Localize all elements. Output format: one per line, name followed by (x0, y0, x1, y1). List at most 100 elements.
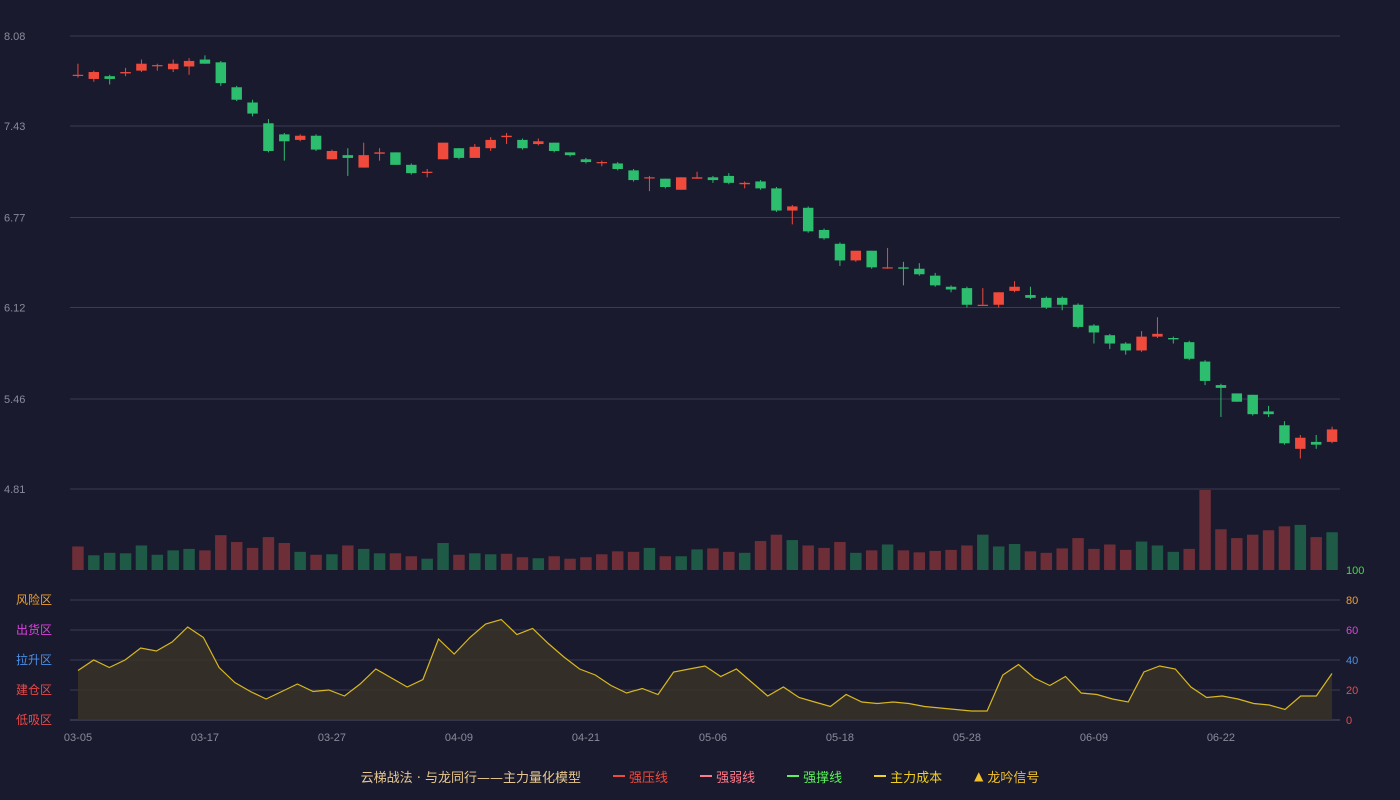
candle-body (1279, 425, 1290, 444)
volume-bar (421, 558, 433, 570)
volume-bar (611, 551, 624, 570)
volume-bar (881, 544, 894, 570)
candle-body (310, 135, 322, 150)
volume-bar (1119, 549, 1132, 570)
candle-body (485, 139, 496, 149)
volume-bar (1278, 526, 1291, 570)
x-tick-label: 04-09 (445, 732, 473, 744)
candle-body (707, 177, 719, 181)
volume-bar (1246, 534, 1259, 570)
indicator-tick-label: 60 (1346, 625, 1358, 637)
candle-body (675, 177, 687, 190)
volume-bar (119, 553, 132, 570)
candle-body (279, 134, 290, 142)
candle-body (882, 267, 893, 269)
candle-body (564, 152, 576, 156)
candle-body (914, 268, 925, 275)
candle-body (1199, 361, 1211, 381)
volume-bar (1183, 548, 1195, 570)
legend-marker-support-line (787, 775, 800, 777)
volume-bar (1135, 541, 1148, 570)
volume-bar (977, 534, 989, 570)
legend-item-support-line[interactable]: 强撑线 (787, 767, 842, 786)
candle-body (1041, 297, 1052, 308)
candle-body (358, 155, 369, 168)
candle-body (1152, 333, 1163, 337)
candle-body (1088, 325, 1100, 333)
candle-body (215, 62, 227, 84)
candle-body (660, 178, 671, 187)
candle-body (501, 135, 512, 138)
indicator-tick-label: 20 (1346, 685, 1358, 697)
volume-bar (294, 551, 306, 570)
legend-marker-strength-line (700, 775, 713, 777)
x-tick-label: 05-06 (699, 732, 727, 744)
legend-label-dragon-signal: 龙吟信号 (987, 770, 1040, 786)
indicator-tick-label: 0 (1346, 715, 1352, 727)
legend-item-model[interactable]: 云梯战法 · 与龙同行——主力量化模型 (361, 767, 581, 786)
candle-body (263, 123, 274, 151)
legend-label-strength-line: 强弱线 (716, 770, 756, 786)
volume-bar (1215, 529, 1227, 570)
volume-bar (596, 554, 608, 570)
candle-body (437, 142, 449, 160)
volume-bar (500, 553, 513, 570)
stock-chart: 8.08 7.43 6.77 6.12 5.46 4.81 100 80 60 40 20 0 风险区出… (4, 31, 1364, 744)
volume-bar (1310, 537, 1322, 570)
volume-bar (1167, 551, 1180, 570)
candle-body (120, 72, 131, 74)
candle-body (1215, 385, 1227, 388)
volume-bar (897, 550, 910, 570)
candle-body (152, 65, 163, 67)
volume-bar (802, 545, 814, 570)
volume-bar (1199, 490, 1211, 570)
volume-bar (564, 558, 576, 570)
candle-body (1120, 343, 1131, 351)
candle-body (961, 288, 973, 305)
candle-body (898, 267, 909, 269)
zone-label: 出货区 (16, 622, 52, 637)
volume-bar (453, 554, 465, 570)
x-tick-label: 06-09 (1080, 732, 1108, 744)
volume-bar (72, 546, 84, 570)
volume-bar (643, 547, 656, 570)
legend-item-strength-line[interactable]: 强弱线 (700, 767, 755, 786)
volume-bar (326, 554, 338, 570)
volume-bar (707, 548, 719, 570)
candle-body (548, 142, 560, 151)
candle-body (929, 275, 941, 286)
candle-body (1056, 297, 1068, 305)
candle-body (993, 292, 1004, 305)
volume-bar (770, 534, 783, 570)
candle-body (342, 155, 354, 158)
volume-bar (754, 541, 767, 570)
volume-bar (627, 551, 640, 570)
price-tick-label: 6.12 (4, 303, 25, 315)
candle-body (612, 163, 623, 169)
volume-bar (1072, 538, 1084, 570)
volume-bar (691, 549, 703, 570)
volume-bar (405, 556, 418, 570)
volume-bar (1040, 552, 1053, 570)
zone-label: 拉升区 (16, 652, 52, 667)
candle-body (755, 181, 766, 189)
candle-body (167, 63, 179, 70)
zone-label: 风险区 (16, 592, 52, 607)
candle-body (231, 87, 242, 100)
candle-body (136, 63, 147, 71)
candle-body (834, 243, 846, 261)
candle-body (374, 152, 385, 154)
triangle-icon: ▲ (974, 769, 984, 783)
volume-bar (1104, 544, 1116, 570)
volume-bar (834, 542, 846, 570)
legend-label-model: 云梯战法 · 与龙同行——主力量化模型 (360, 770, 582, 786)
legend-item-pressure-line[interactable]: 强压线 (613, 767, 668, 786)
volume-bar (818, 547, 830, 570)
volume-bar (246, 547, 259, 570)
candle-body (183, 60, 195, 67)
candle-body (1310, 441, 1322, 445)
volume-bar (1294, 524, 1307, 570)
legend-label-pressure-line: 强压线 (629, 770, 669, 786)
legend-item-dragon-signal[interactable]: ▲ 龙吟信号 (974, 767, 1039, 786)
legend-item-main-cost[interactable]: 主力成本 (874, 767, 942, 786)
